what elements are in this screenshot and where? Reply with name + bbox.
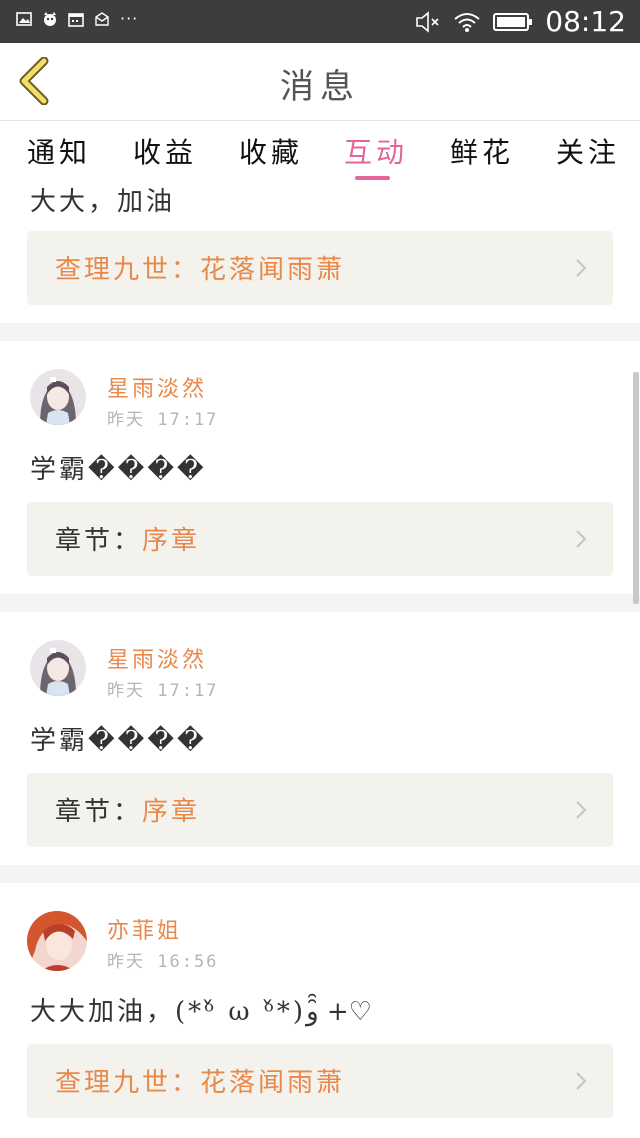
tab-notice[interactable]: 通知 bbox=[27, 131, 91, 171]
message-list[interactable]: 大大，加油 查理九世：花落闻雨萧 星雨淡然 昨天 17:17 学霸���� 章节… bbox=[0, 181, 640, 1138]
mute-icon bbox=[416, 11, 439, 33]
user-name[interactable]: 星雨淡然 bbox=[107, 371, 207, 403]
chapter-link-card[interactable]: 章节：序章 bbox=[27, 502, 613, 576]
message-text: 学霸���� bbox=[30, 726, 207, 756]
book-link-card[interactable]: 查理九世：花落闻雨萧 bbox=[27, 231, 613, 305]
page-title: 消息 bbox=[280, 67, 360, 107]
timestamp: 昨天 17:17 bbox=[107, 681, 219, 701]
battery-icon bbox=[493, 13, 533, 31]
list-item: 大大，加油 查理九世：花落闻雨萧 bbox=[0, 181, 640, 323]
book-title: 查理九世：花落闻雨萧 bbox=[55, 1068, 346, 1098]
chevron-right-icon bbox=[576, 1072, 587, 1090]
card-prefix: 章节： bbox=[55, 526, 143, 556]
message-text: 大大加油，(*ᵒ̌ ω ᵒ̌*)و ̑̑+♡ bbox=[30, 997, 372, 1027]
more-icon: ··· bbox=[120, 9, 139, 28]
message-text: 学霸���� bbox=[30, 455, 207, 485]
status-bar: ··· 08:12 bbox=[0, 0, 640, 43]
chapter-title: 序章 bbox=[142, 526, 201, 556]
chapter-link-card[interactable]: 章节：序章 bbox=[27, 773, 613, 847]
tab-interaction[interactable]: 互动 bbox=[344, 131, 408, 171]
image-icon bbox=[16, 12, 32, 26]
avatar[interactable] bbox=[30, 369, 86, 425]
chevron-right-icon bbox=[576, 530, 587, 548]
list-item: 星雨淡然 昨天 17:17 学霸���� 章节：序章 bbox=[0, 341, 640, 594]
wifi-icon bbox=[454, 13, 480, 32]
list-item: 星雨淡然 昨天 17:17 学霸���� 章节：序章 bbox=[0, 612, 640, 865]
active-tab-indicator bbox=[355, 176, 390, 180]
cat-icon bbox=[44, 12, 56, 26]
chapter-title: 序章 bbox=[142, 797, 201, 827]
tab-earnings[interactable]: 收益 bbox=[133, 131, 197, 171]
timestamp: 昨天 16:56 bbox=[107, 952, 219, 972]
mail-icon bbox=[95, 12, 109, 26]
book-link-card[interactable]: 查理九世：花落闻雨萧 bbox=[27, 1044, 613, 1118]
avatar[interactable] bbox=[27, 911, 87, 971]
card-prefix: 章节： bbox=[55, 797, 143, 827]
chevron-right-icon bbox=[576, 801, 587, 819]
book-title: 查理九世：花落闻雨萧 bbox=[55, 255, 346, 285]
user-name[interactable]: 亦菲姐 bbox=[107, 913, 182, 945]
tab-flowers[interactable]: 鲜花 bbox=[450, 131, 514, 171]
user-name[interactable]: 星雨淡然 bbox=[107, 642, 207, 674]
list-item: 亦菲姐 昨天 16:56 大大加油，(*ᵒ̌ ω ᵒ̌*)و ̑̑+♡ 查理九世… bbox=[0, 883, 640, 1138]
scrollbar[interactable] bbox=[633, 372, 639, 604]
clock: 08:12 bbox=[545, 5, 626, 38]
tab-following[interactable]: 关注 bbox=[556, 131, 620, 171]
header: 消息 bbox=[0, 43, 640, 121]
calendar-icon bbox=[68, 13, 84, 27]
tab-bar: 通知 收益 收藏 互动 鲜花 关注 bbox=[0, 121, 640, 181]
timestamp: 昨天 17:17 bbox=[107, 410, 219, 430]
message-text: 大大，加油 bbox=[30, 187, 176, 217]
chevron-right-icon bbox=[576, 259, 587, 277]
tab-favorites[interactable]: 收藏 bbox=[239, 131, 303, 171]
avatar[interactable] bbox=[30, 640, 86, 696]
